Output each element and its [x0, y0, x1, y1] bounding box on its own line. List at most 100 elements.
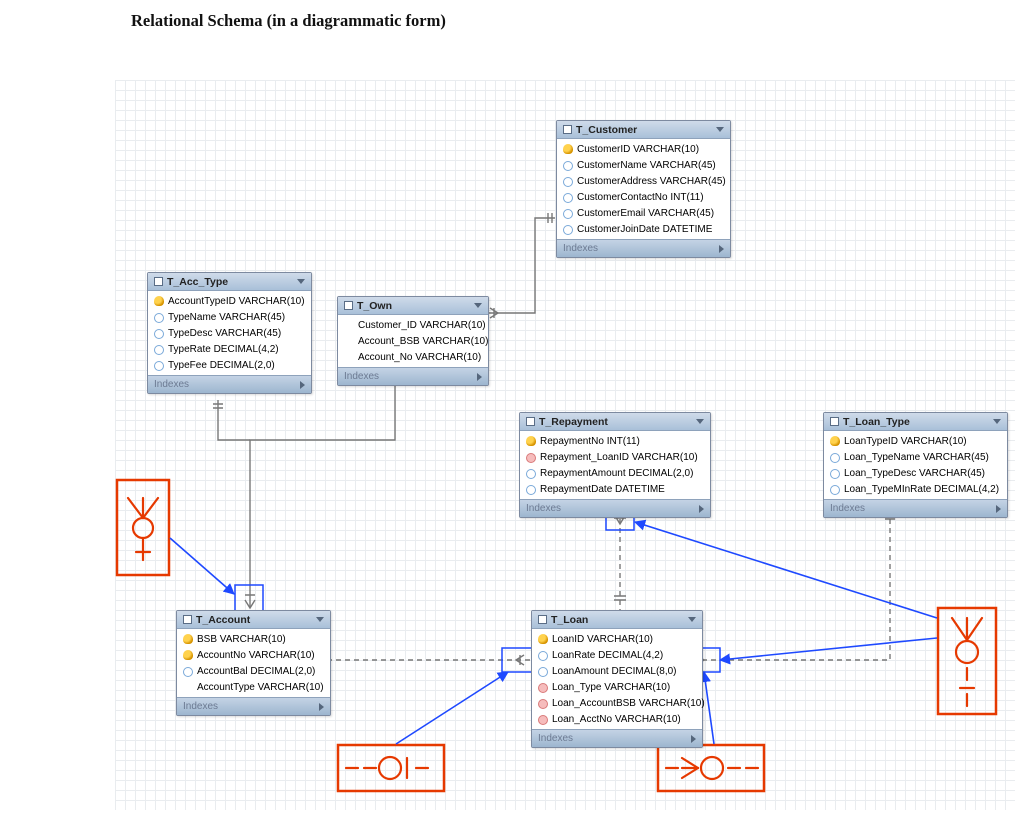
table-icon: [563, 125, 572, 134]
column-row: CustomerContactNo INT(11): [557, 189, 730, 205]
column-row: CustomerName VARCHAR(45): [557, 157, 730, 173]
column-icon: [563, 161, 573, 171]
column-icon: [563, 177, 573, 187]
entity-header[interactable]: T_Loan: [532, 611, 702, 629]
column-row: Customer_ID VARCHAR(10): [338, 317, 488, 333]
column-label: CustomerEmail VARCHAR(45): [577, 208, 714, 219]
column-row: Loan_TypeMInRate DECIMAL(4,2): [824, 481, 1007, 497]
entity-header[interactable]: T_Own: [338, 297, 488, 315]
column-icon: [183, 667, 193, 677]
column-label: RepaymentNo INT(11): [540, 436, 640, 447]
column-row: RepaymentDate DATETIME: [520, 481, 710, 497]
column-label: CustomerAddress VARCHAR(45): [577, 176, 726, 187]
entity-header[interactable]: T_Customer: [557, 121, 730, 139]
column-icon: [154, 313, 164, 323]
table-icon: [183, 615, 192, 624]
entity-header[interactable]: T_Account: [177, 611, 330, 629]
entity-t-repayment[interactable]: T_Repayment RepaymentNo INT(11)Repayment…: [519, 412, 711, 518]
pk-icon: [154, 296, 164, 306]
expand-icon[interactable]: [699, 505, 704, 513]
column-icon: [830, 485, 840, 495]
entity-t-customer[interactable]: T_Customer CustomerID VARCHAR(10)Custome…: [556, 120, 731, 258]
column-row: Repayment_LoanID VARCHAR(10): [520, 449, 710, 465]
column-row: Loan_AccountBSB VARCHAR(10): [532, 695, 702, 711]
column-label: Loan_TypeDesc VARCHAR(45): [844, 468, 985, 479]
column-label: TypeFee DECIMAL(2,0): [168, 360, 275, 371]
table-icon: [526, 417, 535, 426]
column-label: Account_BSB VARCHAR(10): [358, 336, 488, 347]
indexes-label: Indexes: [344, 371, 379, 382]
column-row: CustomerAddress VARCHAR(45): [557, 173, 730, 189]
fk-icon: [526, 453, 536, 463]
column-row: TypeFee DECIMAL(2,0): [148, 357, 311, 373]
column-list: LoanTypeID VARCHAR(10) Loan_TypeName VARC…: [824, 431, 1007, 499]
column-label: AccountNo VARCHAR(10): [197, 650, 315, 661]
indexes-label: Indexes: [830, 503, 865, 514]
collapse-icon[interactable]: [696, 419, 704, 424]
column-list: AccountTypeID VARCHAR(10)TypeName VARCHA…: [148, 291, 311, 375]
column-row: RepaymentNo INT(11): [520, 433, 710, 449]
entity-t-account[interactable]: T_Account BSB VARCHAR(10) AccountNo VARCH…: [176, 610, 331, 716]
column-icon: [563, 225, 573, 235]
column-row: BSB VARCHAR(10): [177, 631, 330, 647]
pk-icon: [183, 650, 193, 660]
column-icon: [830, 469, 840, 479]
column-list: LoanID VARCHAR(10)LoanRate DECIMAL(4,2) L…: [532, 629, 702, 729]
expand-icon[interactable]: [477, 373, 482, 381]
entity-t-loan[interactable]: T_Loan LoanID VARCHAR(10)LoanRate DECIMA…: [531, 610, 703, 748]
column-icon: [538, 651, 548, 661]
indexes-footer[interactable]: Indexes: [520, 499, 710, 517]
expand-icon[interactable]: [691, 735, 696, 743]
table-icon: [538, 615, 547, 624]
column-icon: [538, 667, 548, 677]
pk-icon: [563, 144, 573, 154]
column-row: AccountNo VARCHAR(10): [177, 647, 330, 663]
collapse-icon[interactable]: [688, 617, 696, 622]
column-label: Loan_TypeName VARCHAR(45): [844, 452, 989, 463]
entity-header[interactable]: T_Acc_Type: [148, 273, 311, 291]
column-label: BSB VARCHAR(10): [197, 634, 286, 645]
entity-t-loan-type[interactable]: T_Loan_Type LoanTypeID VARCHAR(10) Loan_T…: [823, 412, 1008, 518]
indexes-label: Indexes: [154, 379, 189, 390]
entity-header[interactable]: T_Loan_Type: [824, 413, 1007, 431]
entity-title: T_Loan_Type: [843, 416, 993, 428]
expand-icon[interactable]: [319, 703, 324, 711]
entity-title: T_Customer: [576, 124, 716, 136]
expand-icon[interactable]: [996, 505, 1001, 513]
pk-icon: [830, 436, 840, 446]
collapse-icon[interactable]: [993, 419, 1001, 424]
indexes-footer[interactable]: Indexes: [148, 375, 311, 393]
column-row: TypeRate DECIMAL(4,2): [148, 341, 311, 357]
entity-t-own[interactable]: T_Own Customer_ID VARCHAR(10) Account_BSB…: [337, 296, 489, 386]
indexes-footer[interactable]: Indexes: [338, 367, 488, 385]
column-label: LoanAmount DECIMAL(8,0): [552, 666, 677, 677]
column-row: LoanID VARCHAR(10): [532, 631, 702, 647]
column-list: RepaymentNo INT(11) Repayment_LoanID VARC…: [520, 431, 710, 499]
collapse-icon[interactable]: [297, 279, 305, 284]
entity-title: T_Repayment: [539, 416, 696, 428]
column-label: CustomerJoinDate DATETIME: [577, 224, 712, 235]
column-row: LoanTypeID VARCHAR(10): [824, 433, 1007, 449]
indexes-footer[interactable]: Indexes: [532, 729, 702, 747]
indexes-footer[interactable]: Indexes: [824, 499, 1007, 517]
collapse-icon[interactable]: [474, 303, 482, 308]
indexes-footer[interactable]: Indexes: [557, 239, 730, 257]
collapse-icon[interactable]: [716, 127, 724, 132]
entity-title: T_Acc_Type: [167, 276, 297, 288]
collapse-icon[interactable]: [316, 617, 324, 622]
column-label: CustomerContactNo INT(11): [577, 192, 704, 203]
expand-icon[interactable]: [300, 381, 305, 389]
column-icon: [154, 345, 164, 355]
column-row: LoanRate DECIMAL(4,2): [532, 647, 702, 663]
column-row: CustomerEmail VARCHAR(45): [557, 205, 730, 221]
entity-t-acc-type[interactable]: T_Acc_Type AccountTypeID VARCHAR(10)Type…: [147, 272, 312, 394]
entity-header[interactable]: T_Repayment: [520, 413, 710, 431]
column-row: Loan_TypeName VARCHAR(45): [824, 449, 1007, 465]
column-label: LoanTypeID VARCHAR(10): [844, 436, 967, 447]
column-row: AccountBal DECIMAL(2,0): [177, 663, 330, 679]
column-icon: [563, 193, 573, 203]
expand-icon[interactable]: [719, 245, 724, 253]
indexes-footer[interactable]: Indexes: [177, 697, 330, 715]
column-icon: [154, 361, 164, 371]
column-label: AccountTypeID VARCHAR(10): [168, 296, 305, 307]
